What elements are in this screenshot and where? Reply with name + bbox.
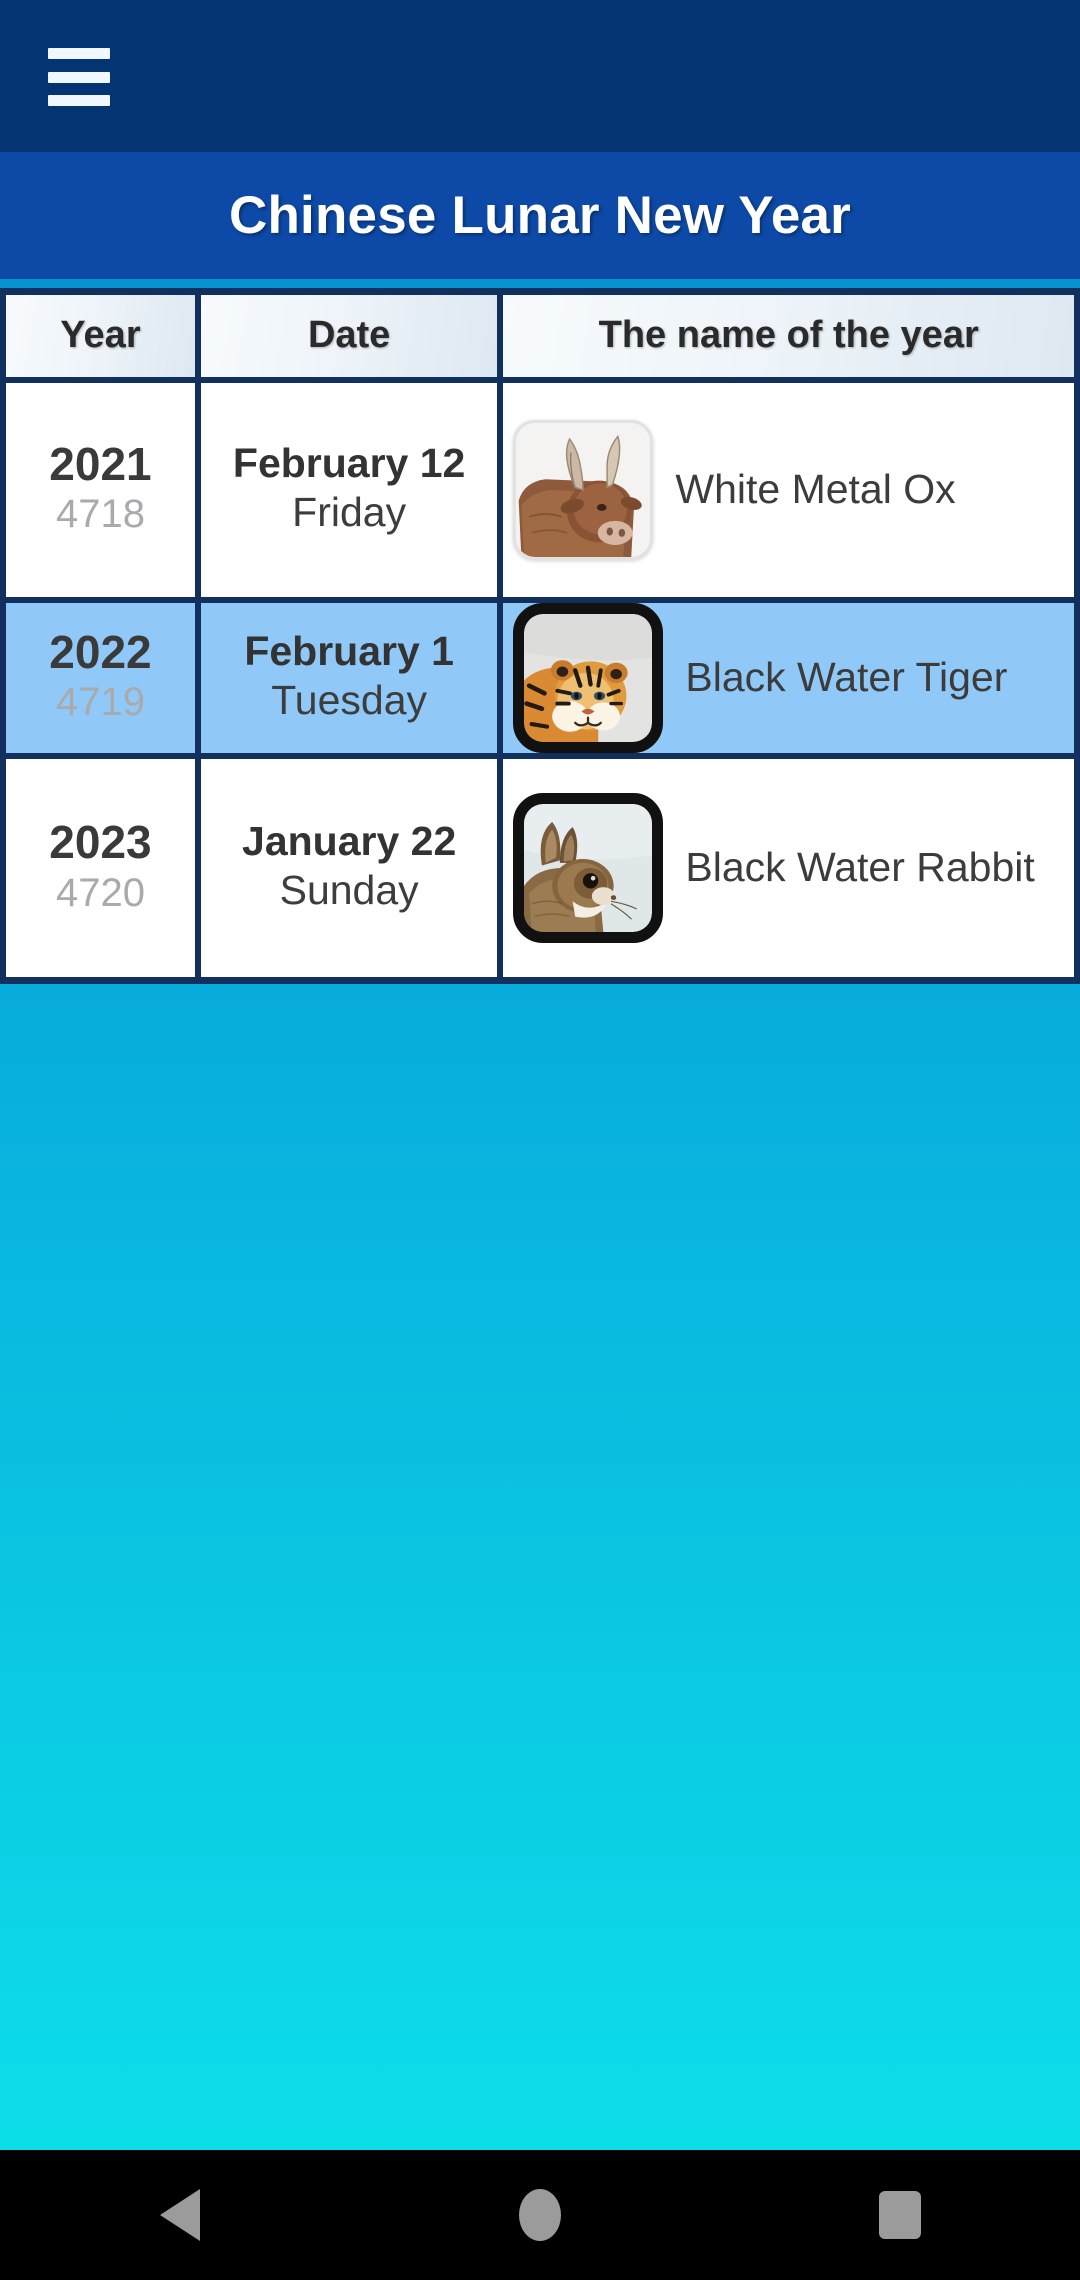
table-body: 2021 4718 February 12 Friday White Metal… (0, 379, 1080, 981)
cell-year: 2021 4718 (0, 379, 201, 603)
menu-bar-2 (48, 71, 110, 83)
cell-year: 2022 4719 (0, 599, 201, 759)
menu-bar-3 (48, 95, 110, 106)
table-header-row: Year Date The name of the year (0, 291, 1080, 383)
cell-year-name: White Metal Ox (497, 379, 1080, 603)
date-weekday: Sunday (279, 867, 419, 914)
app-screen: Chinese Lunar New Year Year Date The nam… (0, 0, 1080, 2280)
column-header-date[interactable]: Date (194, 291, 504, 383)
year-name-label: White Metal Ox (675, 465, 956, 512)
page-title: Chinese Lunar New Year (229, 186, 851, 245)
lunar-new-year-table: Year Date The name of the year 2021 4718… (0, 288, 1080, 984)
rabbit-icon (513, 792, 664, 943)
menu-bar-1 (48, 48, 110, 59)
home-icon[interactable] (480, 2155, 600, 2275)
column-header-name[interactable]: The name of the year (497, 291, 1080, 383)
date-month-day: February 12 (232, 439, 466, 486)
cell-year-name: Black Water Rabbit (497, 755, 1080, 981)
recents-icon[interactable] (840, 2155, 960, 2275)
date-month-day: February 1 (244, 627, 454, 674)
table-row[interactable]: 2023 4720 January 22 Sunday Black Water … (0, 755, 1080, 981)
cell-date: January 22 Sunday (194, 755, 504, 981)
cell-year: 2023 4720 (0, 755, 201, 981)
back-icon[interactable] (120, 2155, 240, 2275)
date-weekday: Friday (292, 488, 407, 535)
year-gregorian: 2022 (49, 625, 152, 678)
title-bar: Chinese Lunar New Year (0, 152, 1080, 279)
cell-date: February 12 Friday (194, 379, 504, 603)
system-navigation-bar (0, 2150, 1080, 2280)
table-row[interactable]: 2021 4718 February 12 Friday White Metal… (0, 379, 1080, 603)
tiger-icon (513, 602, 664, 753)
top-app-bar (0, 0, 1080, 152)
year-lunar: 4718 (55, 492, 145, 537)
year-gregorian: 2023 (49, 815, 152, 868)
recents-square (879, 2191, 921, 2239)
year-name-label: Black Water Tiger (685, 653, 1008, 700)
year-lunar: 4720 (55, 870, 145, 915)
back-triangle (160, 2189, 200, 2241)
year-gregorian: 2021 (49, 437, 152, 490)
column-header-year[interactable]: Year (0, 291, 201, 383)
date-weekday: Tuesday (271, 676, 427, 723)
year-lunar: 4719 (55, 680, 145, 725)
date-month-day: January 22 (242, 818, 457, 865)
table-header: Year Date The name of the year (0, 291, 1080, 383)
cell-year-name: Black Water Tiger (497, 599, 1080, 759)
year-name-label: Black Water Rabbit (685, 844, 1035, 891)
ox-icon (513, 419, 654, 560)
cell-date: February 1 Tuesday (194, 599, 504, 759)
table-row[interactable]: 2022 4719 February 1 Tuesday Black Water… (0, 599, 1080, 759)
home-circle (519, 2189, 561, 2241)
hamburger-menu-icon[interactable] (48, 48, 110, 106)
